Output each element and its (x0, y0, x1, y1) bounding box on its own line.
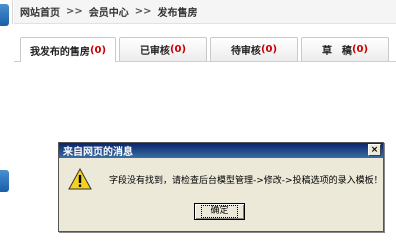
tab-drafts[interactable]: 草 稿 (0) (301, 37, 389, 61)
breadcrumb-current: 发布售房 (157, 8, 198, 19)
breadcrumb-member-center-link[interactable]: 会员中心 (89, 4, 129, 19)
sidebar-tab-bottom[interactable] (0, 170, 9, 192)
close-icon[interactable]: × (368, 144, 381, 156)
tab-approved[interactable]: 已审核 (0) (119, 37, 207, 61)
tab-count: (0) (169, 44, 187, 55)
breadcrumb-separator: >> (66, 6, 83, 17)
tab-label: 我发布的售房 (29, 46, 90, 58)
dialog-message: 字段没有找到，请检查后台模型管理->修改->投稿选项的录入模板！ (109, 176, 383, 186)
tab-count: (0) (89, 44, 107, 56)
ok-button[interactable]: 确定 (194, 203, 245, 220)
warning-icon (68, 168, 92, 190)
alert-dialog: 来自网页的消息 × 字段没有找到，请检查后台模型管理->修改->投稿选项的录入模… (58, 142, 384, 232)
tab-label: 草 稿 (321, 46, 352, 57)
tab-bar: 我发布的售房 (0) 已审核 (0) 待审核 (0) 草 稿 (0) (14, 37, 396, 62)
divider (12, 0, 13, 24)
sidebar-tab-top[interactable] (0, 4, 9, 26)
tab-label: 待审核 (230, 46, 261, 57)
tab-count: (0) (351, 44, 369, 55)
breadcrumb-separator: >> (134, 6, 152, 17)
breadcrumb-home-link[interactable]: 网站首页 (20, 4, 60, 19)
dialog-title-bar[interactable]: 来自网页的消息 × (59, 143, 383, 158)
tab-label: 已审核 (139, 46, 170, 57)
dialog-title: 来自网页的消息 (63, 147, 133, 158)
tab-count: (0) (260, 44, 278, 55)
ok-button-label: 确定 (201, 205, 238, 218)
tab-my-listings[interactable]: 我发布的售房 (0) (20, 37, 116, 62)
breadcrumb: 网站首页 >> 会员中心 >> 发布售房 (14, 0, 396, 24)
tab-pending[interactable]: 待审核 (0) (210, 37, 298, 61)
